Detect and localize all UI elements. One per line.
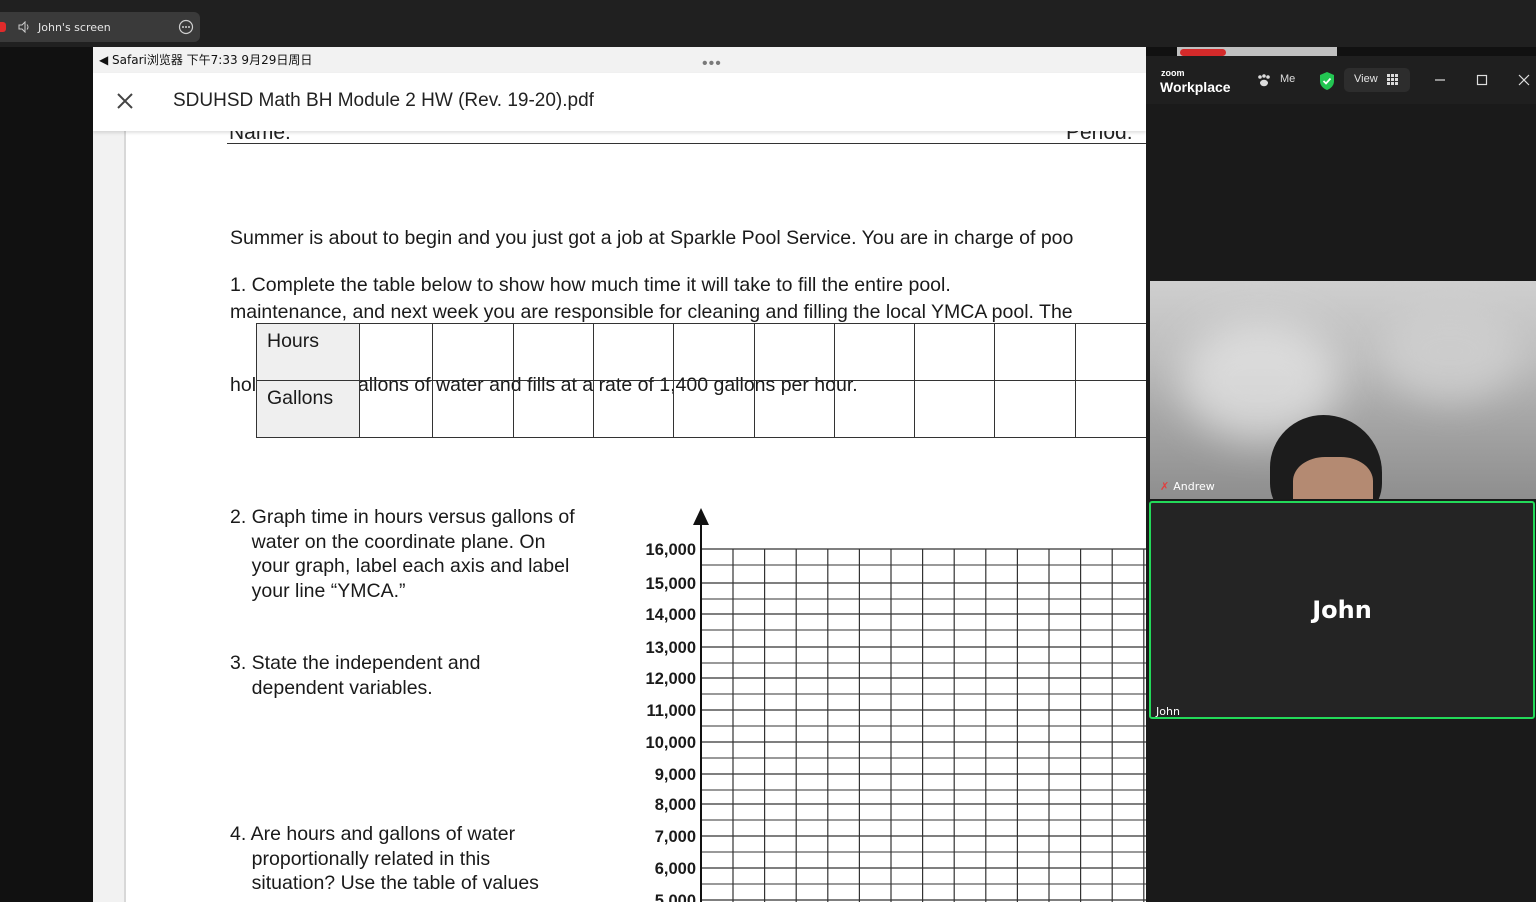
- y-tick-label: 6,000: [655, 860, 696, 878]
- question-2: 2. Graph time in hours versus gallons of…: [230, 506, 575, 602]
- participant-tile-john[interactable]: John John: [1149, 501, 1535, 719]
- table-cell[interactable]: [753, 323, 835, 381]
- intro-line: Summer is about to begin and you just go…: [230, 227, 1074, 249]
- zoom-title-bar: zoom Workplace Me View: [1146, 56, 1536, 104]
- participant-video-andrew[interactable]: ✗ Andrew: [1150, 281, 1536, 499]
- pdf-page: Name: Period: Summer is about to begin a…: [124, 121, 1146, 902]
- table-cell[interactable]: [914, 380, 996, 438]
- y-tick-label: 12,000: [646, 670, 696, 688]
- recording-pill: [1180, 49, 1226, 56]
- table-cell[interactable]: [914, 323, 996, 381]
- mic-muted-icon: ✗: [1160, 480, 1170, 493]
- y-tick-label: 16,000: [646, 541, 696, 559]
- table-cell[interactable]: [592, 380, 675, 438]
- table-row: Gallons: [255, 380, 1146, 438]
- close-icon[interactable]: [113, 89, 137, 113]
- table-cell[interactable]: [512, 323, 594, 381]
- name-underline: [227, 143, 1146, 144]
- view-label: View: [1354, 73, 1378, 85]
- participant-name-tag: John: [1156, 705, 1180, 718]
- me-button[interactable]: Me: [1256, 72, 1296, 90]
- table-cell[interactable]: [833, 323, 916, 381]
- question-3: 3. State the independent and dependent v…: [230, 652, 481, 699]
- intro-line: maintenance, and next week you are respo…: [230, 300, 1073, 323]
- multitask-dots[interactable]: •••: [702, 55, 722, 73]
- grid-icon: [1387, 74, 1398, 85]
- y-tick-label: 15,000: [646, 575, 696, 593]
- table-row: Hours: [255, 323, 1146, 381]
- shield-check-icon[interactable]: [1318, 71, 1336, 91]
- minimize-icon[interactable]: [1430, 70, 1450, 90]
- table-cell[interactable]: [753, 380, 835, 438]
- table-cell[interactable]: [833, 380, 916, 438]
- table-cell[interactable]: [994, 380, 1076, 438]
- participant-face: [1293, 457, 1373, 499]
- view-button[interactable]: View: [1344, 68, 1410, 92]
- table-cell[interactable]: [592, 323, 675, 381]
- speaker-icon[interactable]: [18, 21, 32, 33]
- y-tick-label: 14,000: [646, 606, 696, 624]
- question-4: 4. Are hours and gallons of water propor…: [230, 823, 539, 894]
- hours-gallons-table: Hours Gallons: [255, 323, 1146, 438]
- table-cell[interactable]: [1074, 380, 1146, 438]
- y-tick-label: 8,000: [655, 796, 696, 814]
- table-cell[interactable]: [673, 323, 755, 381]
- recording-indicator: [0, 22, 6, 32]
- table-cell[interactable]: [432, 380, 514, 438]
- screen-share-label: John's screen: [38, 21, 111, 34]
- table-header-hours: Hours: [255, 323, 361, 381]
- table-cell[interactable]: [359, 380, 434, 438]
- y-axis-arrow: [693, 508, 709, 525]
- pdf-title-bar: SDUHSD Math BH Module 2 HW (Rev. 19-20).…: [93, 73, 1146, 131]
- participant-name-large: John: [1312, 596, 1372, 624]
- table-header-gallons: Gallons: [255, 380, 361, 438]
- document-title: SDUHSD Math BH Module 2 HW (Rev. 19-20).…: [173, 90, 594, 111]
- y-tick-label: 9,000: [655, 766, 696, 784]
- screen-share-bar: John's screen: [0, 0, 1536, 47]
- question-1: 1. Complete the table below to show how …: [230, 274, 951, 296]
- paw-icon: [1258, 74, 1270, 87]
- maximize-icon[interactable]: [1472, 70, 1492, 90]
- y-tick-label: 5,000: [655, 892, 696, 902]
- table-cell[interactable]: [1074, 323, 1146, 381]
- zoom-window: zoom Workplace Me View ✗ Andrew John Joh…: [1146, 56, 1536, 902]
- y-tick-label: 10,000: [646, 734, 696, 752]
- y-tick-label: 13,000: [646, 639, 696, 657]
- table-cell[interactable]: [673, 380, 755, 438]
- me-label: Me: [1280, 73, 1296, 85]
- table-cell[interactable]: [994, 323, 1076, 381]
- table-cell[interactable]: [359, 323, 434, 381]
- table-cell[interactable]: [512, 380, 594, 438]
- y-tick-label: 11,000: [646, 702, 696, 720]
- zoom-logo-small: zoom: [1161, 68, 1185, 78]
- background-blur: [1380, 301, 1520, 401]
- coordinate-grid[interactable]: 16,000 15,000 14,000 13,000 12,000 11,000 10,0…: [626, 503, 1146, 902]
- more-options-icon[interactable]: [178, 19, 194, 35]
- close-window-icon[interactable]: [1514, 70, 1534, 90]
- participant-name-tag: ✗ Andrew: [1160, 480, 1215, 493]
- zoom-logo: Workplace: [1160, 79, 1231, 95]
- participant-name: Andrew: [1173, 480, 1215, 493]
- y-tick-label: 7,000: [655, 828, 696, 846]
- shared-screen: ◀ Safari浏览器 下午7:33 9月29日周日 ••• SDUHSD Ma…: [93, 47, 1146, 902]
- table-cell[interactable]: [432, 323, 514, 381]
- ios-status-bar: ◀ Safari浏览器 下午7:33 9月29日周日: [99, 53, 313, 67]
